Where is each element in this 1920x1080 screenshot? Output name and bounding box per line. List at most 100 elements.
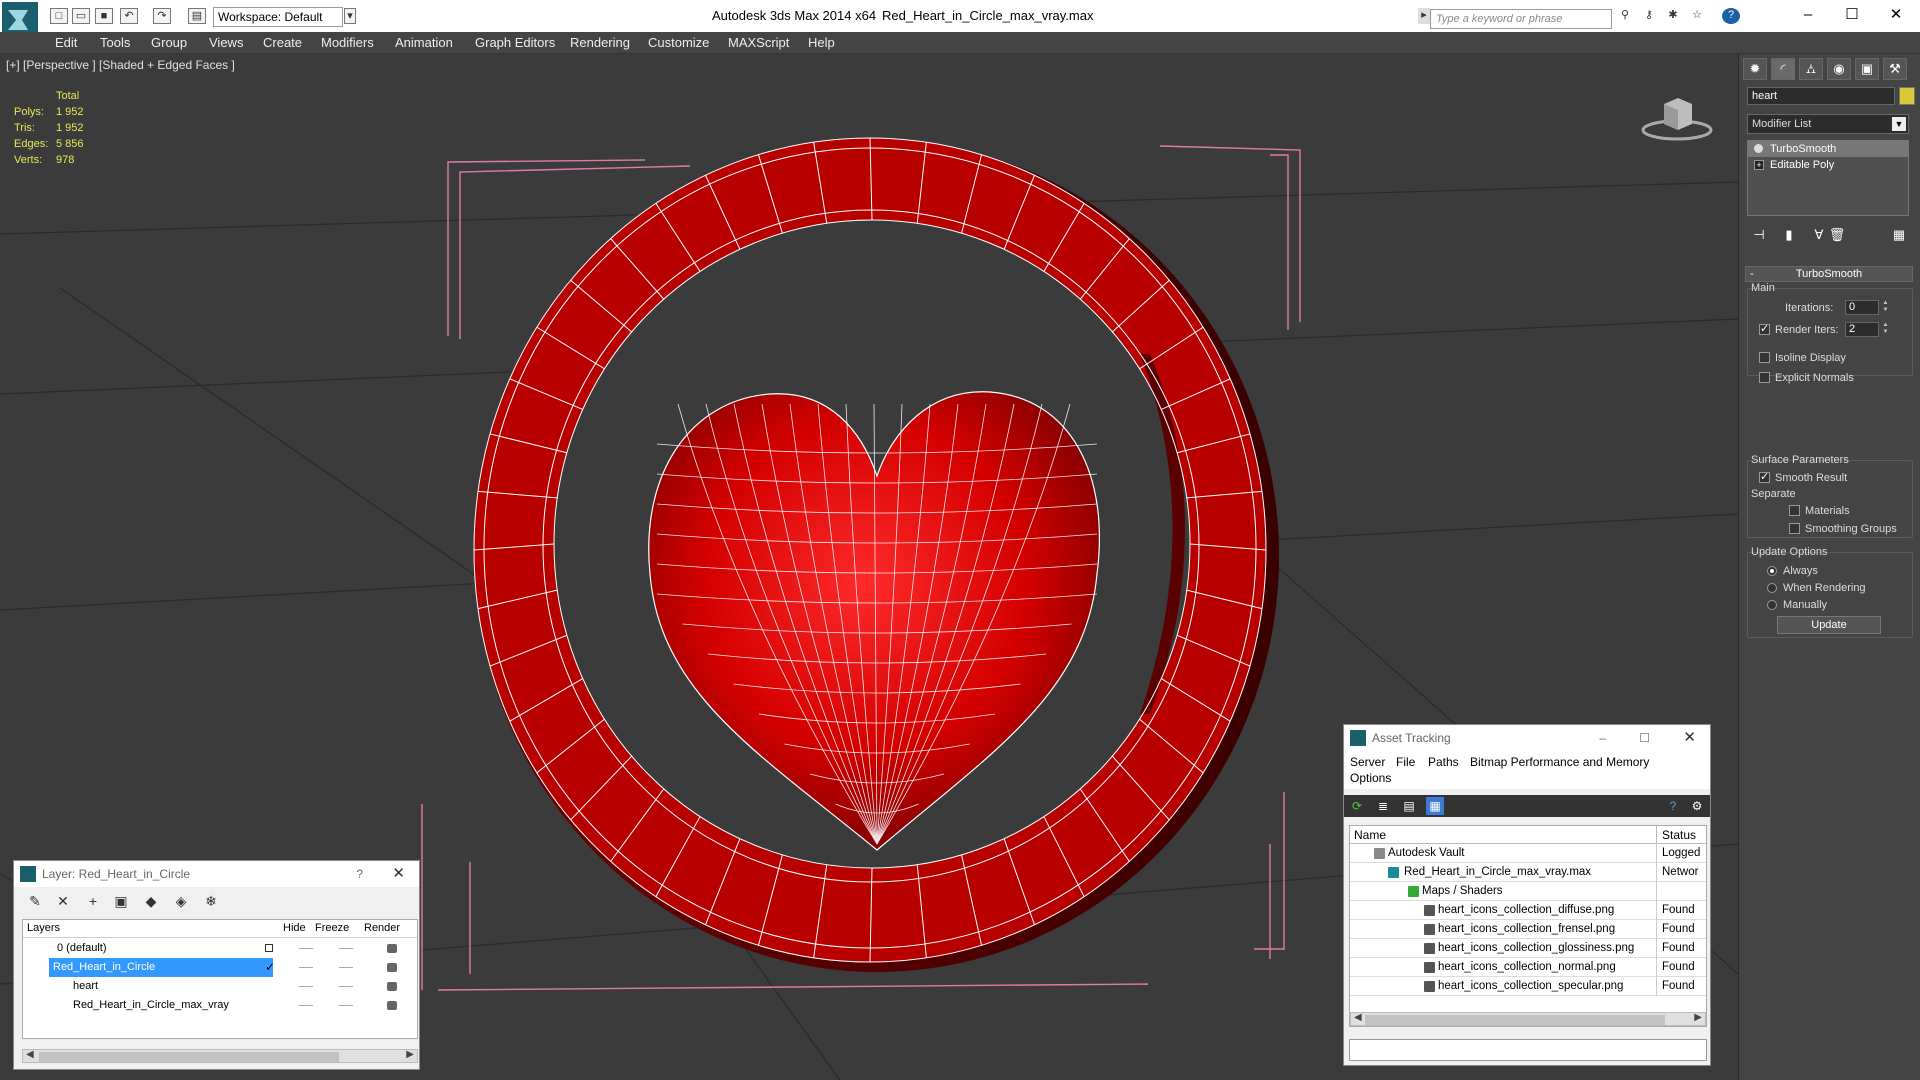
- pin-stack-icon[interactable]: ⊣: [1749, 226, 1769, 244]
- utilities-tab-icon[interactable]: ⚒: [1883, 58, 1907, 80]
- manually-radio[interactable]: [1767, 600, 1777, 610]
- chevron-down-icon[interactable]: ▼: [1892, 117, 1906, 131]
- configure-sets-icon[interactable]: ▦: [1889, 226, 1909, 244]
- communication-icon[interactable]: ✱: [1664, 8, 1682, 24]
- create-tab-icon[interactable]: ✹: [1743, 58, 1767, 80]
- hide-toggle[interactable]: [339, 986, 353, 987]
- asset-row[interactable]: Maps / Shaders: [1350, 882, 1706, 901]
- delete-layer-icon[interactable]: ✕: [54, 892, 72, 910]
- column-hide[interactable]: Hide: [283, 922, 306, 934]
- show-end-result-icon[interactable]: ▮: [1779, 226, 1799, 244]
- close-icon[interactable]: ✕: [392, 861, 405, 887]
- column-freeze[interactable]: Freeze: [315, 922, 349, 934]
- minimize-button[interactable]: –: [1599, 725, 1606, 751]
- column-separator[interactable]: [1656, 826, 1657, 844]
- layer-row[interactable]: 0 (default): [23, 939, 417, 958]
- hierarchy-tab-icon[interactable]: ⛼: [1799, 58, 1823, 80]
- search-expand-icon[interactable]: ▸: [1418, 8, 1430, 24]
- expand-plus-icon[interactable]: +: [1754, 160, 1764, 170]
- hide-toggle[interactable]: [339, 948, 353, 949]
- layer-row[interactable]: heart: [23, 977, 417, 996]
- new-layer-icon[interactable]: ✎: [26, 892, 44, 910]
- scroll-right-icon[interactable]: ▶: [1694, 1012, 1702, 1023]
- object-name-input[interactable]: heart: [1747, 87, 1895, 105]
- stack-item-editable-poly[interactable]: + Editable Poly: [1748, 157, 1908, 173]
- menu-edit[interactable]: Edit: [55, 35, 77, 50]
- spinner-arrows-icon[interactable]: ▲ ▼: [1881, 300, 1890, 315]
- asset-row[interactable]: Autodesk Vault Logged: [1350, 844, 1706, 863]
- update-button[interactable]: Update: [1777, 616, 1881, 634]
- current-layer-check-icon[interactable]: ✓: [265, 958, 275, 977]
- modify-tab-icon[interactable]: ◜: [1771, 58, 1795, 80]
- save-file-icon[interactable]: ■: [95, 8, 113, 24]
- workspace-dropdown[interactable]: Workspace: Default: [213, 7, 343, 27]
- maximize-button[interactable]: ☐: [1832, 4, 1872, 26]
- display-tab-icon[interactable]: ▣: [1855, 58, 1879, 80]
- make-unique-icon[interactable]: ∀: [1809, 226, 1829, 244]
- menu-views[interactable]: Views: [209, 35, 243, 50]
- menu-animation[interactable]: Animation: [395, 35, 453, 50]
- binoculars-icon[interactable]: ⚲: [1616, 8, 1634, 24]
- chevron-down-icon[interactable]: ▾: [344, 8, 356, 24]
- table-view-icon[interactable]: ▦: [1426, 797, 1444, 815]
- menu-tools[interactable]: Tools: [100, 35, 130, 50]
- new-file-icon[interactable]: □: [50, 8, 68, 24]
- close-icon[interactable]: ✕: [1683, 725, 1696, 751]
- asset-window-titlebar[interactable]: Asset Tracking – ☐ ✕: [1344, 725, 1710, 751]
- hide-toggle[interactable]: [339, 967, 353, 968]
- smooth-result-checkbox[interactable]: [1759, 470, 1770, 483]
- render-teapot-icon[interactable]: [387, 1001, 397, 1010]
- materials-checkbox[interactable]: [1789, 505, 1800, 516]
- subscription-icon[interactable]: ⚷: [1640, 8, 1658, 24]
- smoothing-groups-checkbox[interactable]: [1789, 523, 1800, 534]
- spinner-arrows-icon[interactable]: ▲ ▼: [1881, 322, 1890, 337]
- iterations-spinner[interactable]: 0: [1845, 300, 1879, 315]
- close-button[interactable]: ✕: [1876, 4, 1916, 26]
- undo-icon[interactable]: ↶: [120, 8, 138, 24]
- column-status[interactable]: Status: [1662, 828, 1696, 842]
- hide-all-layers-icon[interactable]: ◈: [172, 892, 190, 910]
- menu-options[interactable]: Options: [1350, 771, 1391, 785]
- menu-maxscript[interactable]: MAXScript: [728, 35, 789, 50]
- layer-row[interactable]: Red_Heart_in_Circle_max_vray: [23, 996, 417, 1015]
- column-render[interactable]: Render: [364, 922, 400, 934]
- project-folder-icon[interactable]: ▤: [188, 8, 206, 24]
- menu-modifiers[interactable]: Modifiers: [321, 35, 374, 50]
- asset-row[interactable]: heart_icons_collection_normal.png Found: [1350, 958, 1706, 977]
- render-iters-checkbox[interactable]: [1759, 322, 1770, 335]
- help-button[interactable]: ?: [356, 861, 363, 887]
- collapse-icon[interactable]: -: [1750, 267, 1754, 281]
- select-objects-icon[interactable]: ▣: [112, 892, 130, 910]
- maximize-button[interactable]: ☐: [1639, 725, 1650, 751]
- current-layer-icon[interactable]: [265, 944, 273, 952]
- scroll-left-icon[interactable]: ◀: [1354, 1012, 1362, 1023]
- menu-graph-editors[interactable]: Graph Editors: [475, 35, 555, 50]
- asset-row[interactable]: heart_icons_collection_frensel.png Found: [1350, 920, 1706, 939]
- viewport-label[interactable]: [+] [Perspective ] [Shaded + Edged Faces…: [6, 58, 235, 72]
- menu-rendering[interactable]: Rendering: [570, 35, 630, 50]
- freeze-toggle[interactable]: [299, 967, 313, 968]
- tree-view-icon[interactable]: ▤: [1400, 797, 1418, 815]
- help-icon[interactable]: ?: [1722, 8, 1740, 24]
- column-name[interactable]: Name: [1354, 828, 1386, 842]
- horizontal-scrollbar[interactable]: ◀ ▶: [1350, 1012, 1706, 1026]
- asset-row[interactable]: heart_icons_collection_glossiness.png Fou…: [1350, 939, 1706, 958]
- object-color-swatch[interactable]: [1899, 87, 1915, 105]
- favorites-star-icon[interactable]: ☆: [1688, 8, 1706, 24]
- isoline-display-checkbox[interactable]: [1759, 352, 1770, 363]
- freeze-toggle[interactable]: [299, 948, 313, 949]
- menu-group[interactable]: Group: [151, 35, 187, 50]
- stack-item-turbosmooth[interactable]: TurboSmooth: [1748, 141, 1908, 157]
- render-teapot-icon[interactable]: [387, 944, 397, 953]
- menu-create[interactable]: Create: [263, 35, 302, 50]
- highlight-layer-icon[interactable]: ◆: [142, 892, 160, 910]
- hide-toggle[interactable]: [339, 1005, 353, 1006]
- layer-window-titlebar[interactable]: Layer: Red_Heart_in_Circle ? ✕: [14, 861, 419, 887]
- list-view-icon[interactable]: ≣: [1374, 797, 1392, 815]
- menu-customize[interactable]: Customize: [648, 35, 709, 50]
- explicit-normals-checkbox[interactable]: [1759, 372, 1770, 383]
- remove-modifier-icon[interactable]: 🗑: [1827, 226, 1847, 244]
- lightbulb-icon[interactable]: [1754, 144, 1763, 153]
- asset-row[interactable]: Red_Heart_in_Circle_max_vray.max Networ: [1350, 863, 1706, 882]
- render-iters-spinner[interactable]: 2: [1845, 322, 1879, 337]
